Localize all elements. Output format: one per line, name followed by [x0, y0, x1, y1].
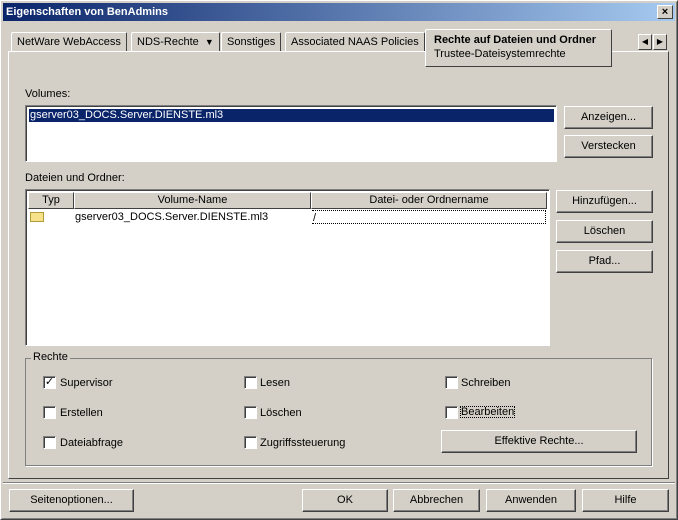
chevron-down-icon: ▼: [204, 37, 214, 47]
folder-icon: [30, 212, 44, 222]
cell-volume-name: gserver03_DOCS.Server.DIENSTE.ml3: [75, 211, 269, 223]
files-table[interactable]: Typ Volume-Name Datei- oder Ordnername g…: [25, 189, 550, 346]
add-button[interactable]: Hinzufügen...: [556, 190, 653, 213]
tab-rechte-auf-dateien[interactable]: Rechte auf Dateien und Ordner Trustee-Da…: [425, 29, 612, 67]
tab-rechte-auf-dateien-sublabel: Trustee-Dateisystemrechte: [434, 48, 566, 60]
label-supervisor: Supervisor: [60, 377, 113, 389]
check-icon: ✓: [44, 376, 55, 388]
files-label: Dateien und Ordner:: [25, 172, 125, 184]
effective-rights-button[interactable]: Effektive Rechte...: [441, 430, 637, 453]
title-bar: Eigenschaften von BenAdmins ×: [3, 3, 675, 21]
checkbox-schreiben[interactable]: [445, 376, 458, 389]
checkbox-zugriffssteuerung[interactable]: [244, 436, 257, 449]
ok-button[interactable]: OK: [302, 489, 388, 512]
volumes-label: Volumes:: [25, 88, 71, 100]
checkbox-supervisor[interactable]: ✓: [43, 376, 56, 389]
tab-nds-rechte[interactable]: NDS-Rechte ▼: [131, 32, 220, 52]
rights-group-title: Rechte: [31, 351, 70, 363]
delete-button[interactable]: Löschen: [556, 220, 653, 243]
volume-list-item[interactable]: gserver03_DOCS.Server.DIENSTE.ml3: [29, 109, 554, 122]
checkbox-lesen[interactable]: [244, 376, 257, 389]
page-options-button[interactable]: Seitenoptionen...: [9, 489, 134, 512]
volumes-list[interactable]: gserver03_DOCS.Server.DIENSTE.ml3: [25, 105, 557, 162]
close-button[interactable]: ×: [657, 5, 673, 19]
label-lesen: Lesen: [260, 377, 290, 389]
column-header-file-name[interactable]: Datei- oder Ordnername: [311, 192, 547, 209]
tab-associated-naas-policies[interactable]: Associated NAAS Policies: [285, 32, 425, 52]
label-erstellen: Erstellen: [60, 407, 103, 419]
checkbox-erstellen[interactable]: [43, 406, 56, 419]
tab-rechte-auf-dateien-label: Rechte auf Dateien und Ordner: [434, 34, 596, 46]
tab-nds-rechte-label: NDS-Rechte: [137, 36, 199, 48]
tab-netware-webaccess[interactable]: NetWare WebAccess: [11, 32, 127, 52]
help-button[interactable]: Hilfe: [582, 489, 669, 512]
cancel-button[interactable]: Abbrechen: [393, 489, 480, 512]
apply-button[interactable]: Anwenden: [486, 489, 576, 512]
column-header-type[interactable]: Typ: [28, 192, 74, 209]
checkbox-bearbeiten[interactable]: [445, 406, 458, 419]
label-schreiben: Schreiben: [461, 377, 511, 389]
hide-button[interactable]: Verstecken: [564, 135, 653, 158]
checkbox-dateiabfrage[interactable]: [43, 436, 56, 449]
column-header-volume-name[interactable]: Volume-Name: [74, 192, 311, 209]
footer-separator: [3, 482, 675, 484]
tab-sonstiges[interactable]: Sonstiges: [221, 32, 282, 52]
checkbox-loeschen[interactable]: [244, 406, 257, 419]
label-bearbeiten: Bearbeiten: [460, 406, 516, 418]
cell-file-name: /: [312, 210, 546, 224]
tab-scroll-right-icon[interactable]: ▶: [653, 34, 667, 50]
label-loeschen: Löschen: [260, 407, 302, 419]
label-zugriffssteuerung: Zugriffssteuerung: [260, 437, 346, 449]
show-button[interactable]: Anzeigen...: [564, 106, 653, 129]
window-title: Eigenschaften von BenAdmins: [6, 6, 168, 18]
path-button[interactable]: Pfad...: [556, 250, 653, 273]
tab-scroll-left-icon[interactable]: ◀: [638, 34, 652, 50]
label-dateiabfrage: Dateiabfrage: [60, 437, 123, 449]
